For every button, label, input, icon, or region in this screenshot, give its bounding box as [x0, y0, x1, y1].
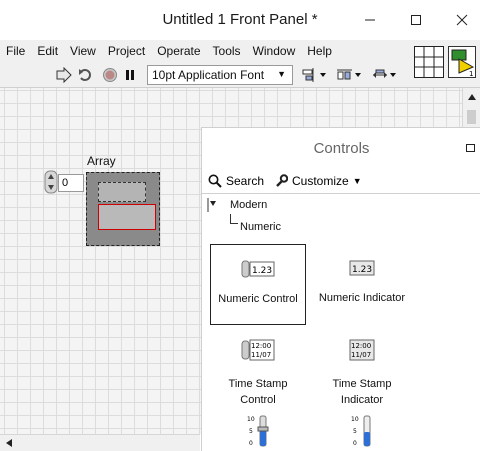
chevron-down-icon: ▼	[277, 69, 286, 79]
palette-item-time-stamp-indicator[interactable]: 12:00 11/07 Time Stamp Indicator	[314, 334, 410, 414]
menu-file[interactable]: File	[0, 44, 31, 58]
pause-button[interactable]	[122, 66, 138, 84]
menu-edit[interactable]: Edit	[31, 44, 64, 58]
array-index-input[interactable]: 0	[58, 174, 84, 192]
numeric-control-icon: 1.23	[211, 255, 305, 283]
run-continuously-button[interactable]	[76, 66, 96, 84]
svg-text:10: 10	[247, 416, 255, 423]
abort-button[interactable]	[100, 66, 120, 84]
palette-category-modern[interactable]: Modern	[230, 199, 267, 211]
scroll-left-icon	[6, 439, 12, 447]
svg-text:12:00: 12:00	[251, 342, 271, 350]
array-element-placeholder[interactable]	[98, 204, 156, 230]
menu-view[interactable]: View	[64, 44, 102, 58]
customize-dropdown-icon: ▼	[352, 176, 362, 186]
palette-item-label: Numeric Indicator	[318, 292, 406, 304]
menu-project[interactable]: Project	[102, 44, 151, 58]
scroll-up-icon	[468, 94, 476, 100]
run-button[interactable]	[54, 66, 74, 84]
run-arrow-icon	[56, 67, 72, 83]
wrench-icon	[276, 174, 288, 187]
palette-pin-icon	[207, 198, 216, 212]
menu-tools[interactable]: Tools	[207, 44, 247, 58]
vi-icon[interactable]: 1	[448, 46, 476, 78]
vertical-fill-slide-icon: 10 5 0	[210, 412, 306, 448]
palette-item-numeric-control[interactable]: 1.23 Numeric Control	[210, 244, 306, 325]
align-icon	[302, 68, 326, 82]
toolbar: 10pt Application Font ▼	[0, 62, 410, 88]
close-icon	[456, 14, 468, 26]
palette-subcategory-numeric[interactable]: Numeric	[240, 221, 281, 233]
vertical-scroll-thumb[interactable]	[467, 110, 476, 124]
maximize-icon	[411, 15, 421, 25]
palette-item-label: Numeric Control	[218, 293, 298, 305]
distribute-icon	[337, 69, 361, 80]
palette-toolbar: Search Customize ▼	[202, 168, 480, 194]
palette-item-numeric-indicator[interactable]: 1.23 Numeric Indicator	[314, 244, 410, 325]
palette-item-time-stamp-control[interactable]: 12:00 11/07 Time Stamp Control	[210, 334, 306, 414]
svg-text:1.23: 1.23	[352, 265, 372, 275]
connector-pane-grid-icon	[415, 47, 443, 77]
pause-icon	[126, 70, 134, 80]
font-selector[interactable]: 10pt Application Font ▼	[147, 65, 293, 85]
minimize-button[interactable]	[350, 8, 390, 32]
svg-text:5: 5	[249, 428, 253, 435]
resize-icon	[373, 69, 396, 78]
svg-text:12:00: 12:00	[351, 342, 371, 350]
align-objects-button[interactable]	[300, 66, 330, 84]
palette-item-label: Time Stamp Indicator	[332, 378, 392, 406]
run-continuously-icon	[79, 69, 91, 81]
connector-pane[interactable]	[414, 46, 444, 78]
font-selector-value: 10pt Application Font	[152, 68, 265, 82]
vi-icon-area: 1	[410, 40, 480, 88]
array-element-ghost	[98, 182, 146, 202]
palette-maximize-icon[interactable]	[466, 144, 475, 152]
svg-text:1: 1	[469, 70, 473, 77]
horizontal-scrollbar[interactable]	[0, 434, 200, 451]
controls-palette: Controls Search Customize ▼ Modern Numer…	[201, 127, 480, 451]
array-index-stepper[interactable]	[44, 170, 58, 194]
menu-bar: File Edit View Project Operate Tools Win…	[0, 40, 410, 62]
svg-text:11/07: 11/07	[351, 351, 371, 359]
search-icon	[208, 174, 222, 188]
menu-window[interactable]: Window	[247, 44, 302, 58]
close-button[interactable]	[442, 8, 480, 32]
search-label: Search	[226, 174, 265, 188]
resize-objects-button[interactable]	[370, 66, 400, 84]
svg-text:0: 0	[353, 440, 357, 447]
minimize-icon	[365, 19, 375, 21]
svg-text:5: 5	[353, 428, 357, 435]
numeric-indicator-icon: 1.23	[314, 254, 410, 282]
time-stamp-control-icon: 12:00 11/07	[210, 336, 306, 364]
array-label: Array	[87, 154, 116, 168]
vertical-progress-bar-icon: 10 5 0	[314, 412, 410, 448]
svg-text:1.23: 1.23	[252, 266, 272, 276]
palette-item-vertical-fill-slide[interactable]: 10 5 0	[210, 412, 306, 451]
tree-connector	[230, 214, 238, 224]
palette-search-button[interactable]: Search	[208, 174, 264, 188]
time-stamp-indicator-icon: 12:00 11/07	[314, 336, 410, 364]
svg-text:10: 10	[351, 416, 359, 423]
distribute-objects-button[interactable]	[335, 66, 365, 84]
palette-item-vertical-progress-bar[interactable]: 10 5 0	[314, 412, 410, 451]
palette-title: Controls	[313, 140, 370, 157]
maximize-button[interactable]	[396, 8, 436, 32]
svg-text:0: 0	[249, 440, 253, 447]
stepper-icon	[44, 170, 58, 194]
menu-operate[interactable]: Operate	[151, 44, 206, 58]
vi-icon-graphic: 1	[451, 49, 475, 78]
menu-help[interactable]: Help	[301, 44, 338, 58]
palette-item-label: Time Stamp Control	[228, 378, 288, 406]
title-bar: Untitled 1 Front Panel *	[0, 0, 480, 40]
customize-label: Customize	[292, 174, 349, 188]
svg-text:11/07: 11/07	[251, 351, 271, 359]
palette-customize-button[interactable]: Customize ▼	[274, 174, 362, 188]
abort-icon	[103, 68, 117, 82]
